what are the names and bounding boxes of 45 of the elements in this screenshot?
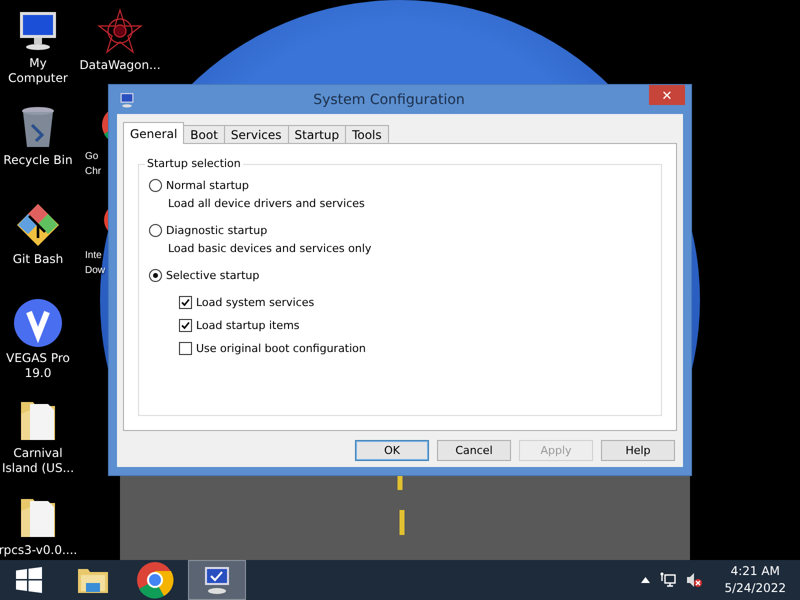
- option-label[interactable]: Normal startup: [166, 179, 249, 192]
- star-pattern-icon: [97, 8, 143, 54]
- desktop-icon-label[interactable]: Git Bash: [12, 252, 64, 267]
- checkbox[interactable]: [179, 296, 192, 309]
- v-logo-icon: [14, 299, 62, 347]
- option-label[interactable]: Selective startup: [166, 269, 260, 282]
- radio-button[interactable]: [149, 269, 162, 282]
- speaker-muted-icon[interactable]: [686, 572, 702, 588]
- dialog-button[interactable]: Cancel: [437, 440, 511, 461]
- option-label[interactable]: Use original boot configuration: [196, 342, 366, 355]
- option-label[interactable]: Load startup items: [196, 319, 300, 332]
- chrome-icon: [135, 560, 175, 600]
- desktop-icon-label[interactable]: Go Chr: [85, 149, 102, 179]
- diamond-logo-icon: [15, 202, 61, 248]
- clock[interactable]: 4:21 AM 5/24/2022: [724, 563, 786, 597]
- checkbox[interactable]: [179, 342, 192, 355]
- windows-logo-icon: [16, 567, 42, 593]
- tab[interactable]: Tools: [345, 125, 389, 144]
- desktop-icon-label[interactable]: DataWagon...: [79, 58, 161, 73]
- close-button[interactable]: ✕: [649, 85, 685, 105]
- option-label[interactable]: Load system services: [196, 296, 314, 309]
- tab[interactable]: General: [123, 122, 184, 144]
- option-label[interactable]: Diagnostic startup: [166, 224, 268, 237]
- radio-button[interactable]: [149, 224, 162, 237]
- caret-up-icon[interactable]: [641, 577, 650, 583]
- tab[interactable]: Boot: [183, 125, 225, 144]
- folder-icon: [77, 566, 109, 594]
- option-description: Load all device drivers and services: [168, 197, 366, 210]
- tab[interactable]: Startup: [288, 125, 346, 144]
- tab[interactable]: Services: [224, 125, 289, 144]
- window-title: System Configuration: [312, 92, 466, 108]
- desktop-icon-label[interactable]: Recycle Bin: [3, 153, 73, 168]
- dialog-button[interactable]: OK: [355, 440, 429, 461]
- radio-button[interactable]: [149, 179, 162, 192]
- checkmark-icon: [181, 321, 190, 330]
- dialog-button[interactable]: Help: [601, 440, 675, 461]
- desktop-icon-label[interactable]: rpcs3-v0.0....: [0, 543, 78, 558]
- network-icon[interactable]: [660, 572, 676, 588]
- option-description: Load basic devices and services only: [168, 242, 372, 255]
- group-title: Startup selection: [145, 157, 243, 170]
- checkbox[interactable]: [179, 319, 192, 332]
- desktop-icon-label[interactable]: VEGAS Pro 19.0: [6, 351, 70, 381]
- checkmark-icon: [181, 298, 190, 307]
- desktop-icon-label[interactable]: Carnival Island (US...: [2, 446, 74, 476]
- desktop-icon-label[interactable]: My Computer: [8, 56, 68, 86]
